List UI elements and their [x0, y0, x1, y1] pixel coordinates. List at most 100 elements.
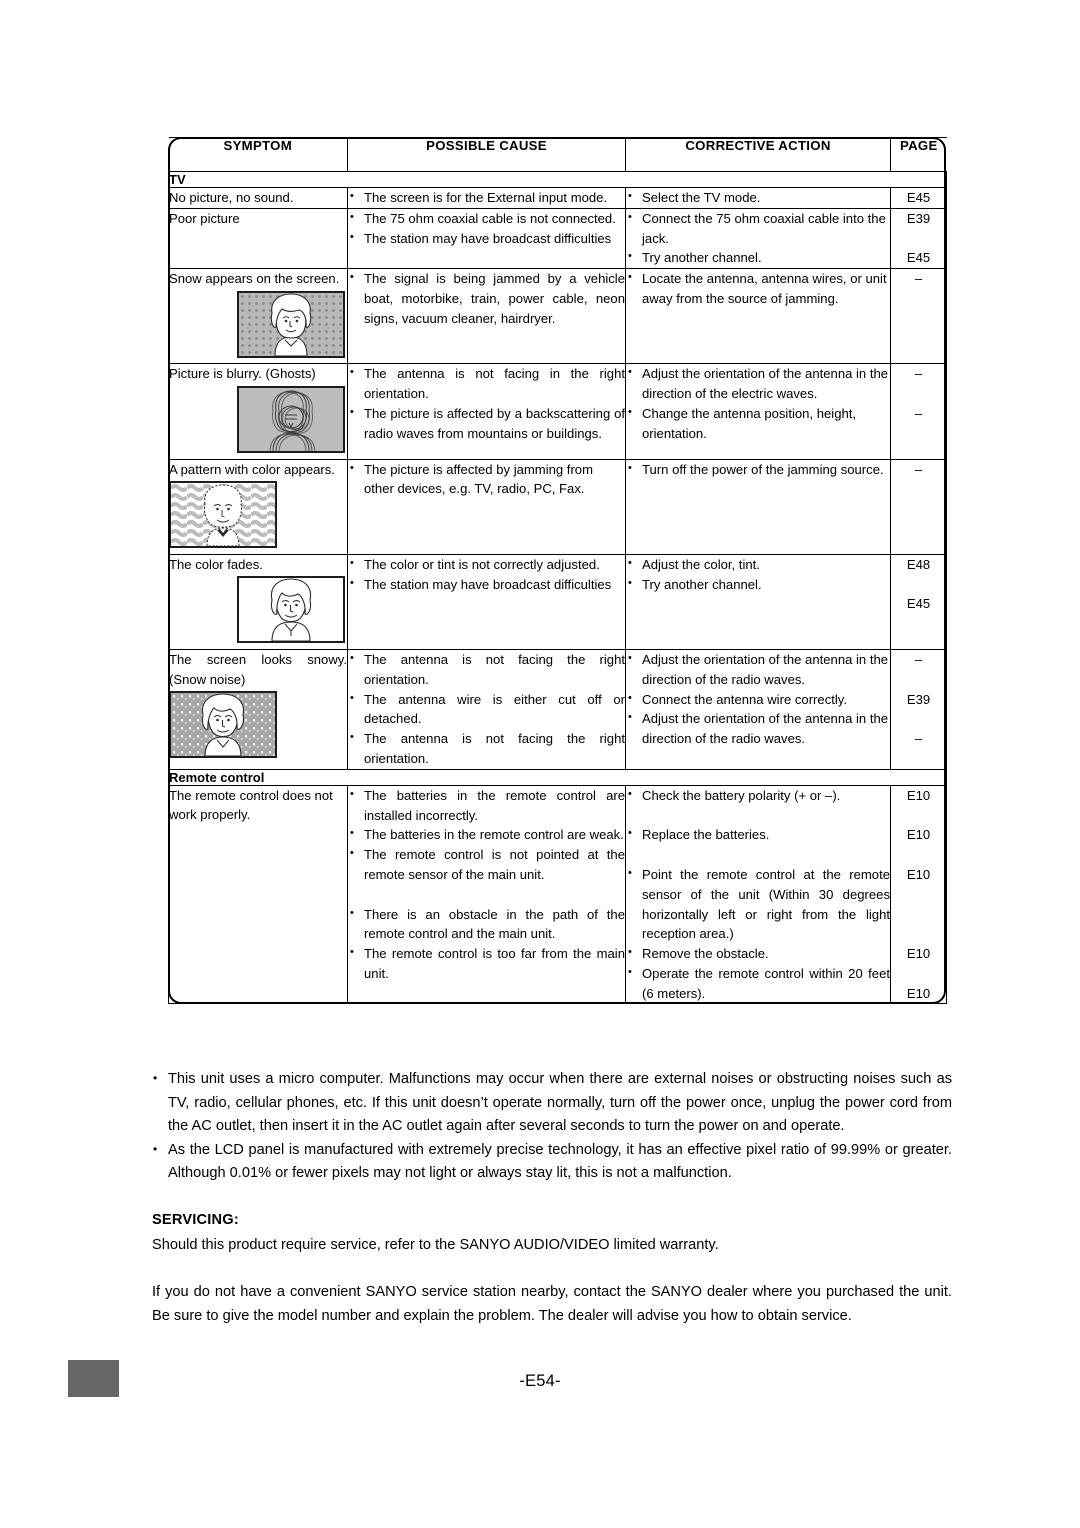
- table-header-row: SYMPTOM POSSIBLE CAUSE CORRECTIVE ACTION…: [168, 137, 947, 172]
- illustration-slot: [169, 384, 347, 459]
- action-list: Select the TV mode.: [626, 187, 890, 208]
- cell-symptom: No picture, no sound.: [168, 187, 348, 209]
- tv-ghost-icon: [237, 385, 345, 453]
- action-item: Connect the 75 ohm coaxial cable into th…: [626, 208, 890, 249]
- page-ref: –: [914, 366, 923, 382]
- cell-page: –: [890, 268, 947, 365]
- cause-item: There is an obstacle in the path of the …: [348, 904, 625, 945]
- cause-item: The batteries in the remote control are …: [348, 785, 625, 826]
- action-item: Adjust the color, tint.: [626, 554, 890, 575]
- cell-possible-cause: The antenna is not facing in the right o…: [347, 363, 626, 460]
- illustration-slot: [169, 479, 347, 554]
- action-item: Adjust the orientation of the antenna in…: [626, 363, 890, 404]
- cause-list: The antenna is not facing the right orie…: [348, 649, 625, 769]
- group-label-tv: TV: [168, 171, 947, 188]
- action-item: Try another channel.: [626, 247, 890, 268]
- cause-item: The signal is being jammed by a vehicle …: [348, 268, 625, 328]
- cell-symptom: Snow appears on the screen.: [168, 268, 348, 365]
- cause-item: The antenna wire is either cut off or de…: [348, 689, 625, 730]
- action-item: Adjust the orientation of the antenna in…: [626, 708, 890, 749]
- cell-corrective-action: Adjust the orientation of the antenna in…: [625, 648, 891, 770]
- action-list: Adjust the orientation of the antenna in…: [626, 363, 890, 444]
- cause-item: The remote control is too far from the m…: [348, 943, 625, 984]
- illustration-slot: [169, 574, 347, 649]
- cell-page: E39 E45: [890, 207, 947, 270]
- table-row: Snow appears on the screen. • The signal…: [168, 268, 947, 365]
- cause-list: The antenna is not facing in the right o…: [348, 363, 625, 443]
- tv-snow-noise-icon: [169, 691, 277, 759]
- action-list: Turn off the power of the jamming source…: [626, 459, 890, 480]
- cause-item: The batteries in the remote control are …: [348, 824, 625, 845]
- column-header-corrective-action: CORRECTIVE ACTION: [625, 137, 891, 172]
- servicing-heading: SERVICING:: [152, 1212, 239, 1228]
- cell-symptom: The remote control does not work properl…: [168, 784, 348, 1005]
- cell-possible-cause: The 75 ohm coaxial cable is not connecte…: [347, 207, 626, 270]
- table-group-row-remote-control: Remote control: [168, 768, 947, 786]
- column-header-page: PAGE: [890, 137, 947, 172]
- cell-possible-cause: The color or tint is not correctly adjus…: [347, 553, 626, 650]
- cell-corrective-action: Locate the antenna, antenna wires, or un…: [625, 268, 891, 365]
- page-ref: E10: [906, 827, 931, 843]
- tv-snow-dotted-icon: [237, 290, 345, 358]
- table-group-row-tv: TV: [168, 171, 947, 188]
- cell-possible-cause: The picture is affected by jamming from …: [347, 458, 626, 555]
- cell-page: – E39 –: [890, 648, 947, 770]
- table-row: The remote control does not work properl…: [168, 784, 947, 1005]
- tv-wavy-pattern-icon: [169, 481, 277, 549]
- cell-page: E45: [890, 187, 947, 209]
- symptom-text: The color fades.: [169, 556, 263, 572]
- cell-symptom: A pattern with color appears.: [168, 458, 348, 555]
- cell-page: E10 E10 E10 E10 E10: [890, 784, 947, 1005]
- action-item: Remove the obstacle.: [626, 943, 890, 964]
- cell-corrective-action: Adjust the orientation of the antenna in…: [625, 363, 891, 460]
- note-item: This unit uses a micro computer. Malfunc…: [152, 1067, 952, 1139]
- cell-symptom: The color fades.: [168, 553, 348, 650]
- cause-item: The color or tint is not correctly adjus…: [348, 554, 625, 575]
- cell-page: –: [890, 458, 947, 555]
- cell-symptom: Poor picture: [168, 207, 348, 270]
- cell-possible-cause: The signal is being jammed by a vehicle …: [347, 268, 626, 365]
- action-item: Operate the remote control within 20 fee…: [626, 963, 890, 1004]
- cell-corrective-action: Adjust the color, tint. Try another chan…: [625, 553, 891, 650]
- action-item: Replace the batteries.: [626, 824, 890, 845]
- page-ref: E45: [906, 250, 931, 266]
- tv-plain-icon: [237, 576, 345, 644]
- page-ref: E45: [906, 596, 931, 612]
- symptom-text: Picture is blurry. (Ghosts): [169, 366, 316, 382]
- action-item: Connect the antenna wire correctly.: [626, 689, 890, 710]
- symptom-text: A pattern with color appears.: [169, 461, 335, 477]
- cell-symptom: The screen looks snowy. (Snow noise): [168, 648, 348, 770]
- notes-section: This unit uses a micro computer. Malfunc…: [152, 1067, 952, 1186]
- table-row: No picture, no sound. The screen is for …: [168, 187, 947, 209]
- action-item: Adjust the orientation of the antenna in…: [626, 649, 890, 690]
- cause-list: The picture is affected by jamming from …: [348, 459, 625, 500]
- cause-list: The batteries in the remote control are …: [348, 785, 625, 984]
- cause-item: The antenna is not facing the right orie…: [348, 649, 625, 690]
- cause-item: The antenna is not facing in the right o…: [348, 363, 625, 404]
- cause-item: The screen is for the External input mod…: [348, 187, 625, 208]
- group-label-remote-control: Remote control: [168, 768, 947, 786]
- action-item: Turn off the power of the jamming source…: [626, 459, 890, 480]
- cause-item: The picture is affected by jamming from …: [348, 459, 625, 500]
- cell-corrective-action: Turn off the power of the jamming source…: [625, 458, 891, 555]
- cell-symptom: Picture is blurry. (Ghosts): [168, 363, 348, 460]
- cause-item: The 75 ohm coaxial cable is not connecte…: [348, 208, 625, 229]
- action-item: Try another channel.: [626, 574, 890, 595]
- action-list: Connect the 75 ohm coaxial cable into th…: [626, 208, 890, 268]
- page-ref: –: [914, 271, 923, 287]
- action-item: Select the TV mode.: [626, 187, 890, 208]
- cause-list: The color or tint is not correctly adjus…: [348, 554, 625, 595]
- note-item: As the LCD panel is manufactured with ex…: [152, 1138, 952, 1186]
- cause-list: The screen is for the External input mod…: [348, 187, 625, 208]
- page-ref: E10: [906, 946, 931, 962]
- page-ref: E39: [906, 691, 931, 707]
- servicing-paragraph-2: If you do not have a convenient SANYO se…: [152, 1284, 952, 1324]
- action-item: Change the antenna position, height, ori…: [626, 403, 890, 444]
- cause-list: The 75 ohm coaxial cable is not connecte…: [348, 208, 625, 249]
- page-ref: E48: [906, 556, 931, 572]
- column-header-symptom: SYMPTOM: [168, 137, 348, 172]
- symptom-text: The screen looks snowy. (Snow noise): [169, 651, 347, 687]
- cell-corrective-action: Connect the 75 ohm coaxial cable into th…: [625, 207, 891, 270]
- action-item: Locate the antenna, antenna wires, or un…: [626, 268, 890, 309]
- troubleshooting-table: SYMPTOM POSSIBLE CAUSE CORRECTIVE ACTION…: [168, 137, 947, 1005]
